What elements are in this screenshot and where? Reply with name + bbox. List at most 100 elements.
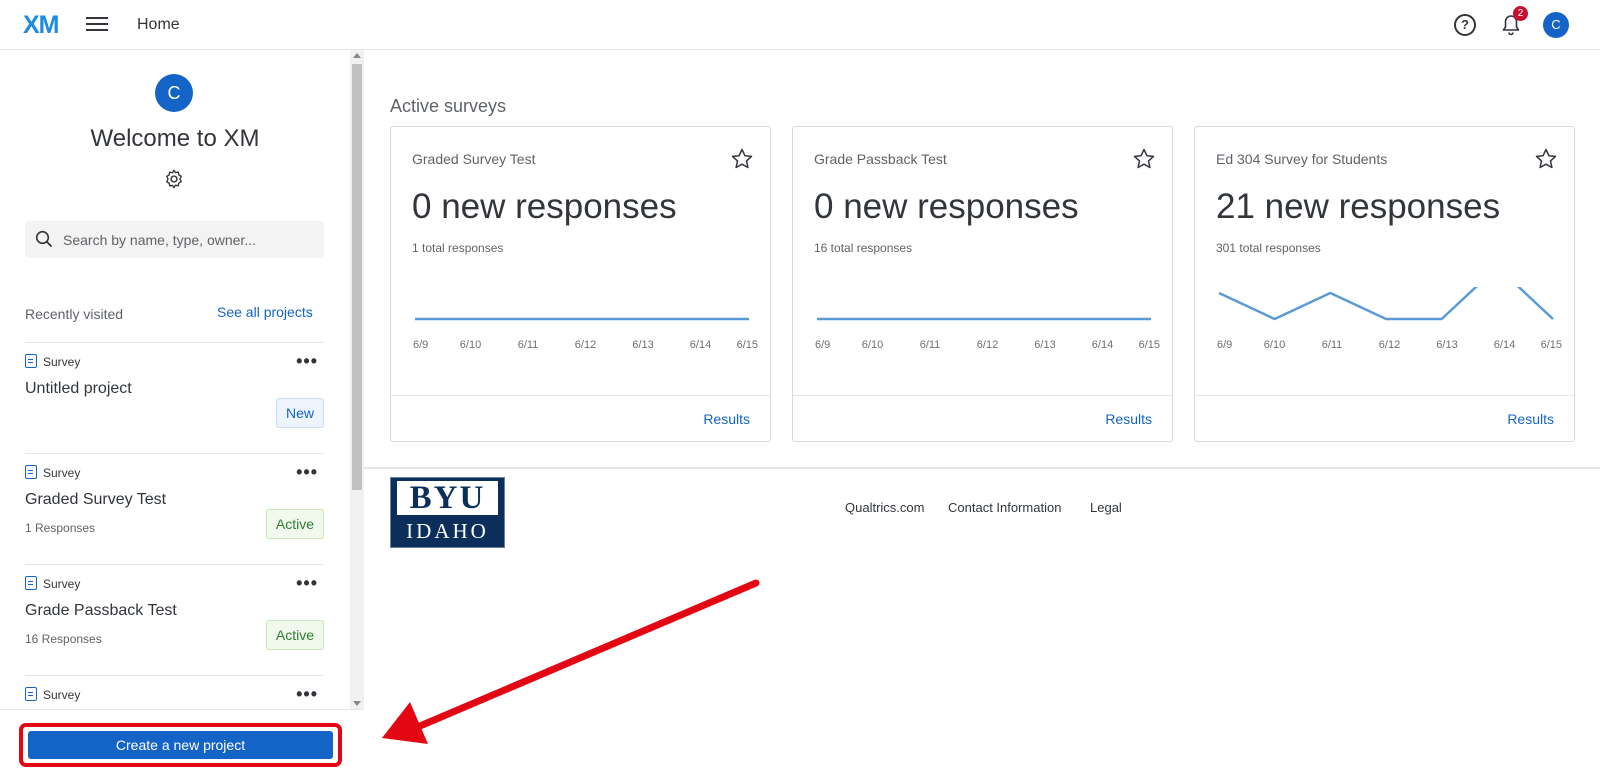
list-item[interactable]: Survey ••• Untitled project New [25, 352, 324, 460]
x-tick-label: 6/11 [920, 339, 941, 351]
divider [25, 342, 324, 343]
response-sparkline: 6/9 6/10 6/11 6/12 6/13 6/14 6/15 [1217, 287, 1562, 351]
create-new-project-button[interactable]: Create a new project [28, 731, 333, 759]
project-type: Survey [25, 354, 80, 369]
logo-top-text: BYU [397, 481, 498, 516]
x-tick-label: 6/15 [1139, 339, 1160, 351]
project-name[interactable]: Graded Survey Test [25, 491, 166, 509]
notification-badge: 2 [1513, 6, 1528, 21]
survey-icon [25, 465, 37, 479]
x-tick-label: 6/10 [862, 339, 883, 351]
results-link[interactable]: Results [703, 411, 750, 427]
x-tick-label: 6/13 [1034, 339, 1055, 351]
sidebar: C Welcome to XM Recently visited See all… [0, 50, 364, 781]
card-title[interactable]: Ed 304 Survey for Students [1216, 151, 1387, 167]
total-responses: 16 total responses [814, 241, 913, 255]
x-tick-label: 6/13 [1436, 339, 1457, 351]
x-tick-label: 6/9 [815, 339, 830, 351]
x-tick-label: 6/12 [575, 339, 596, 351]
x-tick-label: 6/11 [518, 339, 539, 351]
search-input[interactable] [63, 221, 318, 258]
project-responses: 16 Responses [25, 632, 102, 646]
project-type-label: Survey [43, 577, 81, 591]
card-title[interactable]: Grade Passback Test [814, 151, 947, 167]
search-field [25, 221, 324, 258]
results-link[interactable]: Results [1105, 411, 1152, 427]
project-name[interactable]: Grade Passback Test [25, 602, 177, 620]
x-tick-label: 6/15 [1541, 339, 1562, 351]
gear-icon[interactable] [163, 168, 185, 190]
survey-card[interactable]: Ed 304 Survey for Students 21 new respon… [1194, 126, 1575, 442]
star-icon[interactable] [1534, 147, 1558, 171]
status-badge: Active [265, 620, 324, 650]
response-sparkline: 6/9 6/10 6/11 6/12 6/13 6/14 6/15 [413, 317, 758, 351]
project-type: Survey [25, 465, 80, 480]
scrollbar-thumb[interactable] [352, 64, 362, 490]
legal-link[interactable]: Legal [1090, 500, 1122, 515]
divider [25, 453, 324, 454]
list-item[interactable]: Survey ••• Grade Passback Test 16 Respon… [25, 574, 324, 682]
x-tick-label: 6/14 [1494, 339, 1515, 351]
more-options-icon[interactable]: ••• [296, 463, 318, 481]
more-options-icon[interactable]: ••• [296, 352, 318, 370]
x-tick-label: 6/14 [1092, 339, 1113, 351]
help-icon[interactable]: ? [1454, 14, 1476, 36]
contact-information-link[interactable]: Contact Information [948, 500, 1061, 515]
project-type: Survey [25, 687, 80, 702]
x-tick-label: 6/13 [632, 339, 653, 351]
card-divider [793, 395, 1172, 396]
see-all-projects-link[interactable]: See all projects [217, 304, 313, 320]
project-type-label: Survey [43, 355, 81, 369]
more-options-icon[interactable]: ••• [296, 574, 318, 592]
qualtrics-link[interactable]: Qualtrics.com [845, 500, 924, 515]
list-item[interactable]: Survey ••• Graded Survey Test 1 Response… [25, 463, 324, 571]
card-divider [391, 395, 770, 396]
search-icon [35, 230, 53, 248]
project-type-label: Survey [43, 688, 81, 702]
sidebar-avatar: C [155, 74, 193, 112]
recently-visited-label: Recently visited [25, 306, 124, 322]
scroll-down-icon[interactable] [353, 701, 361, 706]
star-icon[interactable] [730, 147, 754, 171]
user-avatar[interactable]: C [1543, 12, 1569, 38]
sidebar-scrollbar[interactable] [350, 50, 364, 710]
status-badge: Active [265, 509, 324, 539]
byu-idaho-logo: BYU IDAHO [390, 477, 505, 548]
new-responses-count: 0 new responses [814, 187, 1079, 226]
project-name[interactable]: Untitled project [25, 380, 132, 398]
x-tick-label: 6/12 [977, 339, 998, 351]
status-badge: New [275, 398, 324, 428]
survey-icon [25, 354, 37, 368]
x-tick-label: 6/10 [460, 339, 481, 351]
new-responses-count: 21 new responses [1216, 187, 1501, 226]
highlight-outline: Create a new project [19, 723, 342, 767]
x-tick-label: 6/9 [413, 339, 428, 351]
survey-card[interactable]: Graded Survey Test 0 new responses 1 tot… [390, 126, 771, 442]
response-sparkline: 6/9 6/10 6/11 6/12 6/13 6/14 6/15 [815, 317, 1160, 351]
x-tick-label: 6/10 [1264, 339, 1285, 351]
x-tick-label: 6/11 [1322, 339, 1343, 351]
hamburger-menu-icon[interactable] [86, 14, 108, 34]
survey-icon [25, 687, 37, 701]
top-bar: XM Home ? 2 C [0, 0, 1600, 50]
series-line [1218, 287, 1554, 321]
welcome-heading: Welcome to XM [90, 125, 260, 152]
project-responses: 1 Responses [25, 521, 96, 535]
project-type-label: Survey [43, 466, 81, 480]
x-tick-label: 6/15 [737, 339, 758, 351]
scroll-up-icon[interactable] [353, 53, 361, 58]
survey-icon [25, 576, 37, 590]
more-options-icon[interactable]: ••• [296, 685, 318, 703]
divider [25, 675, 324, 676]
xm-logo[interactable]: XM [23, 11, 59, 40]
card-divider [1195, 395, 1574, 396]
new-responses-count: 0 new responses [412, 187, 677, 226]
active-surveys-heading: Active surveys [390, 96, 507, 116]
survey-card[interactable]: Grade Passback Test 0 new responses 16 t… [792, 126, 1173, 442]
total-responses: 301 total responses [1216, 241, 1321, 255]
star-icon[interactable] [1132, 147, 1156, 171]
divider [25, 564, 324, 565]
page-title: Home [137, 16, 180, 33]
card-title[interactable]: Graded Survey Test [412, 151, 535, 167]
results-link[interactable]: Results [1507, 411, 1554, 427]
